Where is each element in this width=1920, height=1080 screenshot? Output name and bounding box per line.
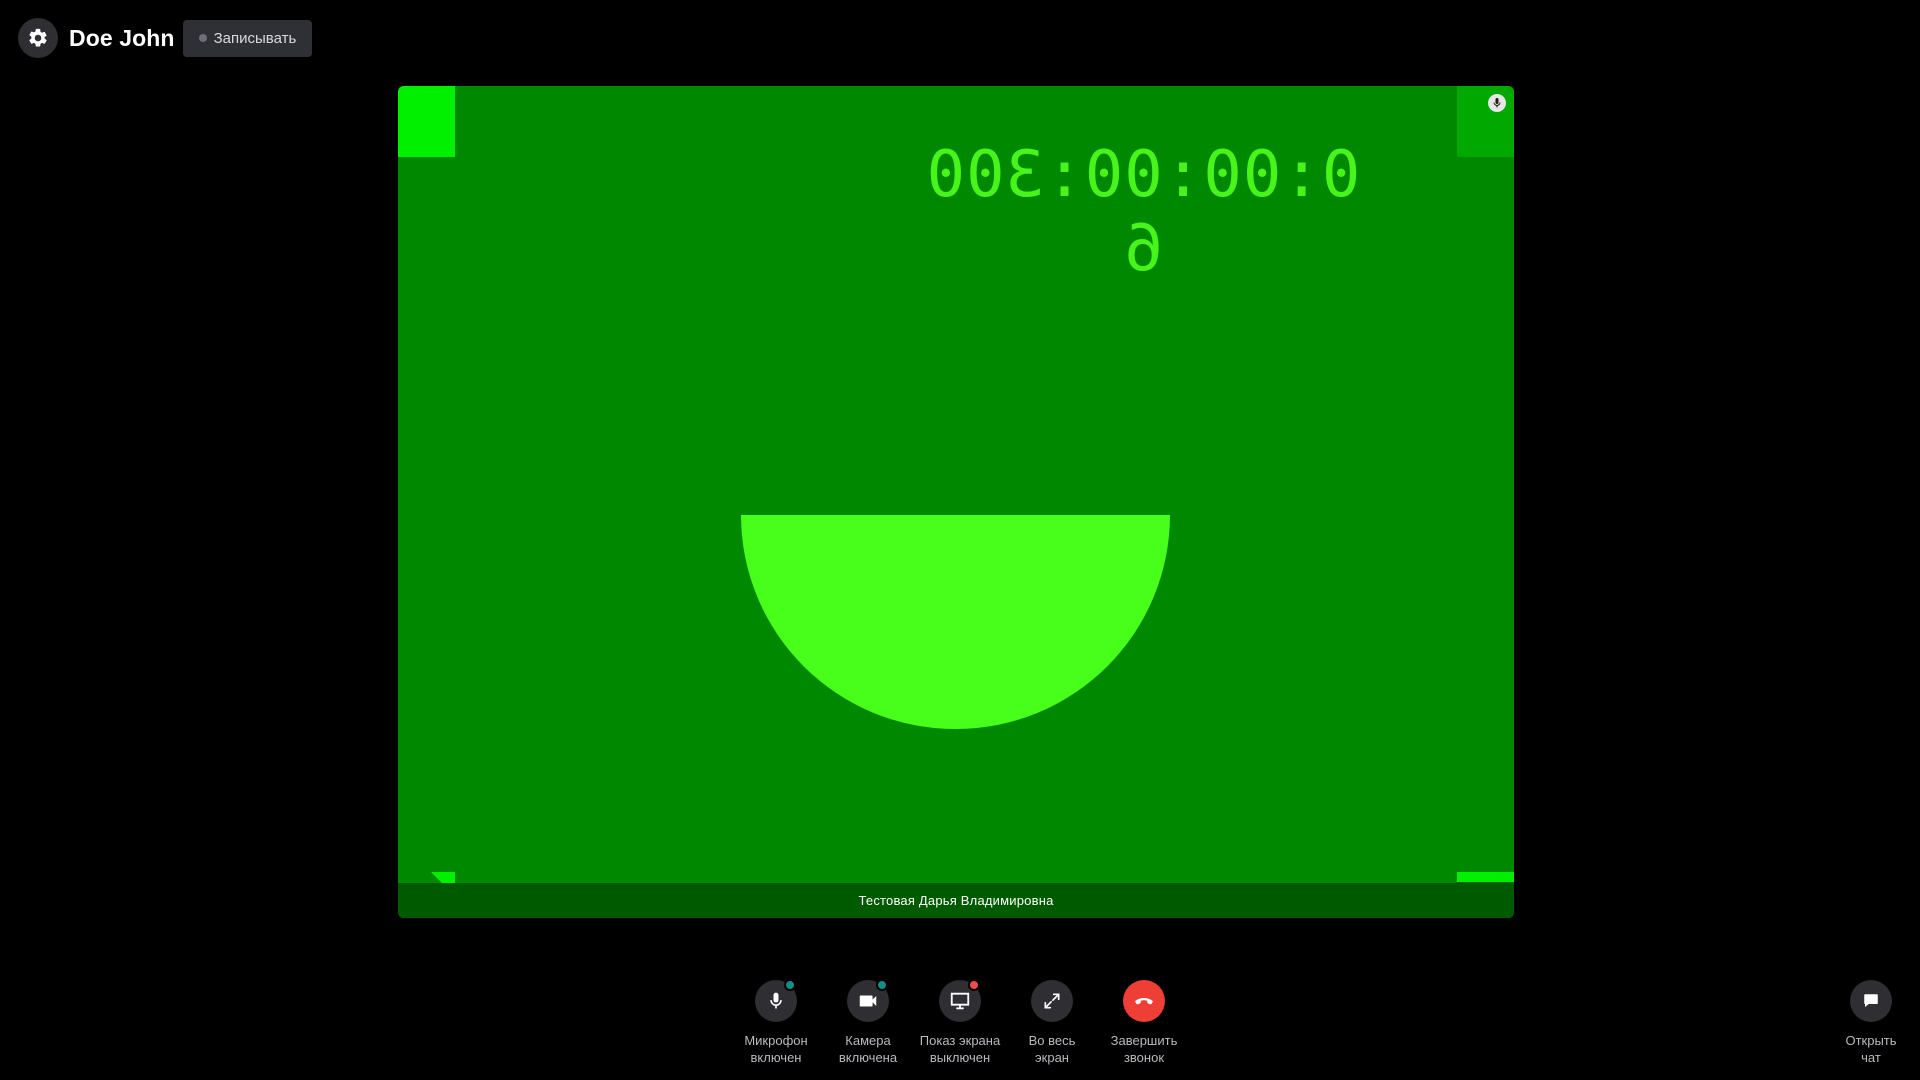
record-label: Записывать xyxy=(213,29,297,47)
participant-name: Тестовая Дарья Владимировна xyxy=(858,893,1054,908)
settings-button[interactable] xyxy=(18,18,58,58)
gear-icon xyxy=(29,28,47,47)
header: Doe John Записывать xyxy=(18,18,313,58)
microphone-label: Микрофон включен xyxy=(744,1033,808,1065)
video-tile: 0:00:00:300 6 Тестовая Дарья Владимировн… xyxy=(398,86,1514,918)
microphone-icon xyxy=(1493,98,1501,108)
fullscreen-button[interactable] xyxy=(1031,980,1073,1022)
corner-marker-top-left xyxy=(398,86,455,157)
video-timecode: 0:00:00:300 6 xyxy=(925,138,1361,286)
expand-icon xyxy=(1044,993,1060,1009)
chat-bubble-icon xyxy=(1864,994,1878,1007)
record-button[interactable]: Записывать xyxy=(182,19,313,57)
monitor-icon xyxy=(950,992,970,1010)
open-chat-button[interactable] xyxy=(1850,980,1892,1022)
participant-name-bar: Тестовая Дарья Владимировна xyxy=(398,883,1514,918)
record-dot-icon xyxy=(198,34,207,42)
camera-status-dot xyxy=(876,979,888,991)
open-chat-control[interactable]: Открыть чат xyxy=(1816,980,1920,1066)
microphone-icon xyxy=(770,992,782,1009)
end-call-button[interactable] xyxy=(1123,980,1165,1022)
open-chat-label: Открыть чат xyxy=(1845,1033,1897,1065)
hang-up-icon xyxy=(1135,998,1153,1005)
fullscreen-label: Во весь экран xyxy=(1028,1033,1076,1065)
end-call-control[interactable]: Завершить звонок xyxy=(1089,980,1199,1066)
screen-share-label: Показ экрана выключен xyxy=(919,1033,1001,1065)
screen-share-status-dot xyxy=(968,979,980,991)
end-call-label: Завершить звонок xyxy=(1110,1033,1178,1065)
microphone-button[interactable] xyxy=(755,979,797,1022)
microphone-status-dot xyxy=(784,979,796,991)
video-half-circle-shape xyxy=(741,515,1170,729)
corner-marker-top-right xyxy=(1457,86,1514,157)
user-name: Doe John xyxy=(69,24,175,51)
screen-share-button[interactable] xyxy=(939,979,981,1022)
participant-mic-indicator xyxy=(1488,94,1506,112)
camera-button[interactable] xyxy=(847,979,889,1022)
video-camera-icon xyxy=(859,995,877,1007)
camera-label: Камера включена xyxy=(838,1033,898,1065)
